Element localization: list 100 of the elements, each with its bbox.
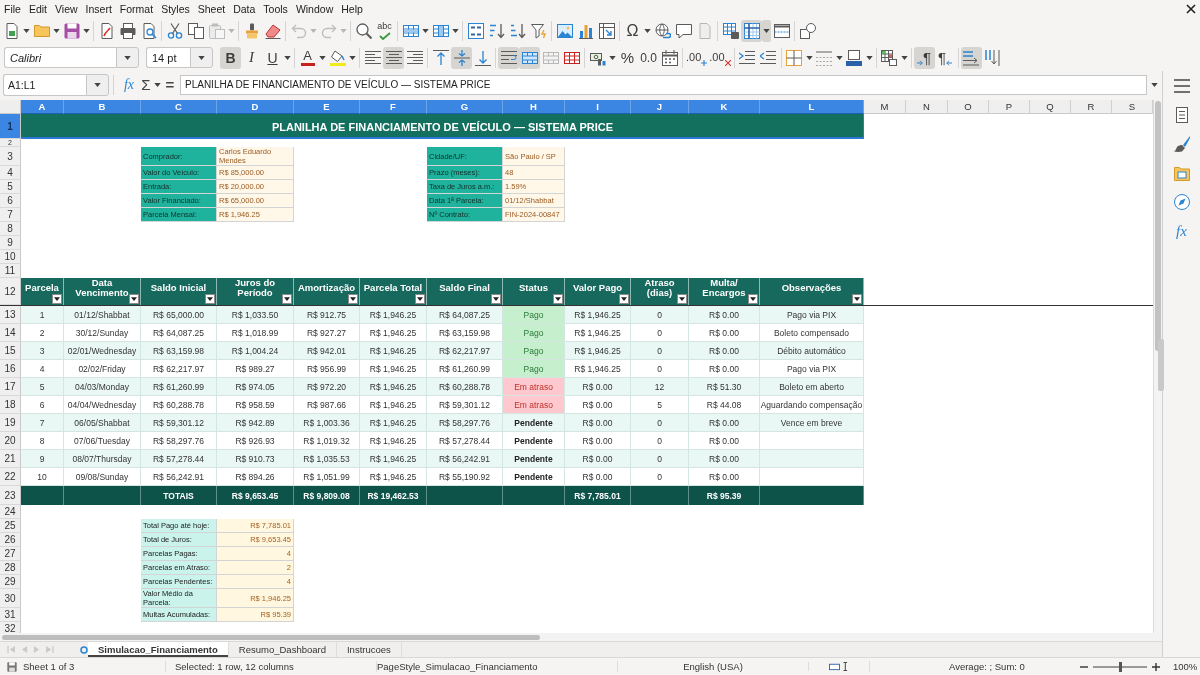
row-header[interactable]: 3 [0,147,21,166]
row-header[interactable]: 10 [0,250,21,264]
copy-button[interactable] [185,20,206,42]
menu-item[interactable]: Sheet [193,1,230,17]
column-header[interactable]: E [294,100,360,114]
close-document-button[interactable] [1186,4,1196,14]
font-color-button[interactable]: A [297,46,318,69]
text-horizontal-button[interactable] [960,46,982,69]
column-header[interactable]: H [503,100,565,114]
row-header[interactable]: 1 [0,114,21,139]
row-header[interactable]: 24 [0,505,21,519]
find-replace-button[interactable] [353,20,374,42]
menu-item[interactable]: Styles [157,1,194,17]
dropdown-button[interactable] [762,20,771,42]
underline-button[interactable]: U [262,46,283,69]
row-header[interactable]: 29 [0,575,21,589]
filter-button[interactable] [129,294,139,304]
sheet-tab[interactable]: Simulacao_Financiamento [88,642,229,657]
menu-item[interactable]: File [0,1,25,17]
column-header[interactable]: I [565,100,631,114]
dropdown-button[interactable] [86,73,109,96]
sum-button[interactable]: Σ [139,73,153,96]
menu-item[interactable]: Data [229,1,260,17]
filter-button[interactable] [348,294,358,304]
filter-button[interactable] [553,294,563,304]
row-header[interactable]: 28 [0,561,21,575]
row-header[interactable]: 22 [0,468,21,486]
special-character-button[interactable]: Ω [622,20,643,42]
column-header[interactable]: O [948,100,989,114]
filter-button[interactable] [52,294,62,304]
filter-button[interactable] [619,294,629,304]
percent-button[interactable]: % [617,46,638,69]
bold-button[interactable]: B [220,46,241,69]
add-sheet-button[interactable] [80,645,88,654]
zoom-in-button[interactable] [1152,662,1160,671]
column-header[interactable]: K [689,100,760,114]
row-header[interactable]: 26 [0,533,21,547]
scrollbar-thumb[interactable] [2,634,540,640]
menu-item[interactable]: Window [291,1,338,17]
right-to-left-button[interactable]: ¶ [934,46,956,69]
dropdown-button[interactable] [116,47,139,68]
filter-button[interactable] [852,294,862,304]
column-header[interactable]: S [1112,100,1153,114]
row-header[interactable]: 23 [0,486,21,505]
scrollbar-thumb[interactable] [1155,101,1161,351]
menu-item[interactable]: Edit [24,1,51,17]
filter-button[interactable] [415,294,425,304]
row-header[interactable]: 18 [0,396,21,414]
align-center-button[interactable] [383,46,404,69]
function-wizard-button[interactable]: fx [119,73,139,96]
column-header[interactable]: G [427,100,503,114]
merge-center-button[interactable] [519,46,540,69]
row-header[interactable]: 12 [0,278,21,305]
spelling-button[interactable]: abc [374,20,395,42]
row-header[interactable]: 17 [0,378,21,396]
column-header[interactable]: F [360,100,427,114]
font-name-field[interactable]: Calibri [4,47,116,68]
row-header[interactable]: 7 [0,208,21,222]
shapes-button[interactable] [797,20,818,42]
filter-button[interactable] [677,294,687,304]
freeze-button[interactable] [741,20,762,42]
filter-button[interactable] [491,294,501,304]
row-header[interactable]: 4 [0,166,21,180]
menu-item[interactable]: Format [115,1,158,17]
row-header[interactable]: 20 [0,432,21,450]
menu-item[interactable]: Help [337,1,367,17]
filter-button[interactable] [748,294,758,304]
pivot-table-button[interactable] [596,20,617,42]
row-header[interactable]: 6 [0,194,21,208]
filter-button[interactable] [205,294,215,304]
column-header[interactable]: J [631,100,689,114]
row-header[interactable]: 9 [0,236,21,250]
slider-thumb[interactable] [1119,661,1122,672]
column-header[interactable]: C [141,100,217,114]
column-header[interactable]: B [64,100,141,114]
column-header[interactable]: R [1071,100,1112,114]
functions-button[interactable]: fx [1169,219,1194,243]
formula-input[interactable]: PLANILHA DE FINANCIAMENTO DE VEÍCULO — SISTEMA PRICE [180,74,1147,95]
row-header[interactable]: 8 [0,222,21,236]
row-header[interactable]: 31 [0,608,21,622]
menu-item[interactable]: View [51,1,82,17]
column-header[interactable]: L [760,100,864,114]
row-header[interactable]: 27 [0,547,21,561]
name-box[interactable]: A1:L1 [3,73,86,96]
formula-button[interactable]: = [162,73,178,96]
column-header[interactable]: P [989,100,1030,114]
wrap-text-button[interactable] [498,46,519,69]
row-header[interactable]: 19 [0,414,21,432]
sidebar-handle[interactable] [1158,339,1164,391]
row-header[interactable]: 21 [0,450,21,468]
menu-item[interactable]: Tools [259,1,292,17]
print-area-button[interactable] [720,20,741,42]
column-header[interactable]: D [217,100,294,114]
add-decimal-button[interactable]: .00 [685,46,709,69]
left-to-right-button[interactable]: ¶ [913,46,935,69]
filter-button[interactable] [282,294,292,304]
row-header[interactable]: 13 [0,306,21,324]
column-header[interactable]: Q [1030,100,1071,114]
column-header[interactable]: M [864,100,906,114]
number-format-button[interactable]: 0.0 [638,46,659,69]
